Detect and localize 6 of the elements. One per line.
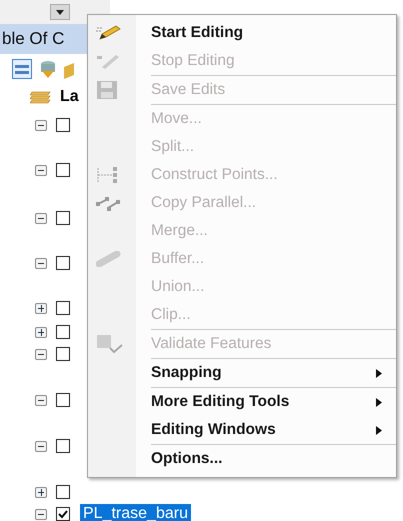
submenu-item[interactable]: Snapping: [88, 359, 396, 387]
submenu-item[interactable]: Editing Windows: [88, 416, 396, 444]
layer-name[interactable]: PL_trase_baru: [80, 504, 191, 521]
submenu-item[interactable]: More Editing Tools: [88, 388, 396, 416]
menu-item[interactable]: Options...: [88, 445, 396, 473]
layers-label: La: [60, 87, 79, 107]
